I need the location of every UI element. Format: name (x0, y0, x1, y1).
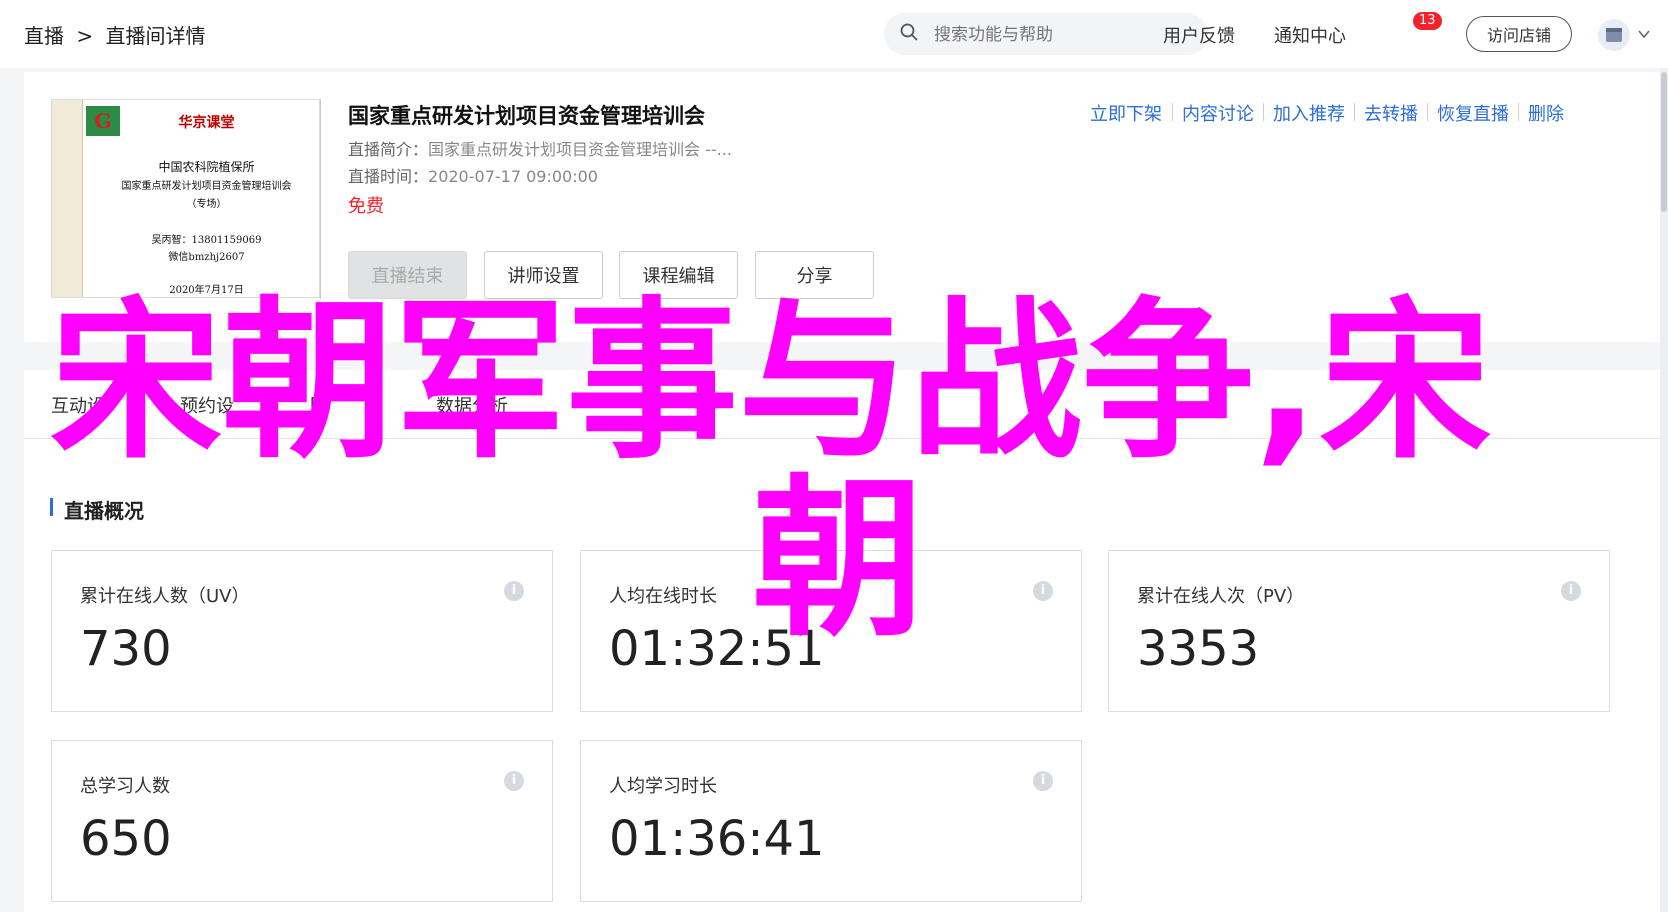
course-cover-image: G 华京课堂 中国农科院植保所 国家重点研发计划项目资金管理培训会 （专场） 吴… (51, 99, 320, 298)
stat-card-avg-online: 人均在线时长 01:32:51 i (580, 550, 1082, 712)
delete-link[interactable]: 删除 (1528, 100, 1564, 126)
takedown-link[interactable]: 立即下架 (1090, 100, 1162, 126)
tab-underline (24, 438, 1668, 439)
notification-badge: 13 (1413, 12, 1442, 30)
course-time: 直播时间：2020-07-17 09:00:00 (348, 163, 598, 187)
breadcrumb: 直播 > 直播间详情 (24, 20, 211, 49)
share-button[interactable]: 分享 (755, 251, 874, 299)
course-title: 国家重点研发计划项目资金管理培训会 (348, 104, 705, 128)
breadcrumb-separator: > (76, 24, 94, 48)
breadcrumb-root[interactable]: 直播 (24, 24, 64, 48)
stat-label: 人均在线时长 (609, 586, 717, 607)
stat-value: 650 (80, 811, 172, 867)
info-icon[interactable]: i (504, 771, 524, 791)
stat-value: 3353 (1137, 621, 1260, 677)
scrollbar-thumb[interactable] (1661, 72, 1667, 212)
intro-text: 国家重点研发计划项目资金管理培训会 --... (428, 140, 732, 159)
resume-live-link[interactable]: 恢复直播 (1437, 100, 1509, 126)
cover-line: 微信bmzhj2607 (168, 252, 245, 263)
info-icon[interactable]: i (1561, 581, 1581, 601)
notification-center-link[interactable]: 通知中心 (1274, 22, 1346, 48)
stat-card-learners: 总学习人数 650 i (51, 740, 553, 902)
divider (1518, 103, 1519, 121)
stat-label: 累计在线人数（UV） (80, 586, 250, 607)
cover-binding-edge (52, 100, 83, 297)
cover-date: 2020年7月17日 (169, 285, 244, 296)
feedback-link[interactable]: 用户反馈 (1163, 22, 1235, 48)
time-value: 2020-07-17 09:00:00 (428, 167, 598, 186)
info-icon[interactable]: i (1033, 771, 1053, 791)
avatar[interactable] (1598, 19, 1630, 51)
stat-label: 人均学习时长 (609, 776, 717, 797)
stat-card-avg-learning: 人均学习时长 01:36:41 i (580, 740, 1082, 902)
divider (1172, 103, 1173, 121)
stat-value: 01:32:51 (609, 621, 825, 677)
stat-card-pv: 累计在线人次（PV） 3353 i (1108, 550, 1610, 712)
section-marker (50, 498, 53, 516)
search-input[interactable] (932, 22, 1196, 48)
divider (320, 99, 321, 299)
cover-line: 中国农科院植保所 (158, 160, 255, 174)
price-tag: 免费 (348, 196, 384, 217)
store-icon (1606, 28, 1622, 42)
divider (1263, 103, 1264, 121)
chevron-down-icon[interactable] (1637, 27, 1651, 41)
divider (1427, 103, 1428, 121)
tab-data-analysis[interactable]: 数据分析 (436, 392, 508, 418)
stat-value: 730 (80, 621, 172, 677)
section-title: 直播概况 (64, 499, 144, 523)
top-bar: 直播 > 直播间详情 用户反馈 通知中心 13 访问店铺 (0, 0, 1668, 68)
intro-label: 直播简介： (348, 140, 429, 159)
time-label: 直播时间： (348, 167, 429, 186)
visit-store-button[interactable]: 访问店铺 (1466, 16, 1572, 52)
stat-value: 01:36:41 (609, 811, 825, 867)
divider (1354, 103, 1355, 121)
page-scrollbar[interactable] (1660, 68, 1668, 912)
course-intro: 直播简介：国家重点研发计划项目资金管理培训会 --... (348, 136, 732, 160)
stat-label: 累计在线人次（PV） (1137, 586, 1305, 607)
info-icon[interactable]: i (1033, 581, 1053, 601)
breadcrumb-current: 直播间详情 (105, 24, 206, 48)
cover-line: 国家重点研发计划项目资金管理培训会 (121, 181, 292, 192)
stat-label: 总学习人数 (80, 776, 170, 797)
tab-booking[interactable]: 预约设 (180, 392, 234, 418)
cover-line: （专场） (186, 199, 227, 210)
stat-card-uv: 累计在线人数（UV） 730 i (51, 550, 553, 712)
tab-playback[interactable]: 回 (310, 392, 328, 418)
live-ended-button[interactable]: 直播结束 (348, 251, 467, 299)
info-icon[interactable]: i (504, 581, 524, 601)
search-icon (900, 23, 918, 41)
cover-header: 华京课堂 (178, 115, 235, 131)
tab-interaction[interactable]: 互动设 (51, 392, 105, 418)
rebroadcast-link[interactable]: 去转播 (1364, 100, 1418, 126)
search-box[interactable] (884, 13, 1208, 55)
teacher-settings-button[interactable]: 讲师设置 (484, 251, 603, 299)
recommend-link[interactable]: 加入推荐 (1273, 100, 1345, 126)
cover-line: 吴丙智：13801159069 (151, 235, 262, 246)
course-edit-button[interactable]: 课程编辑 (619, 251, 738, 299)
discussion-link[interactable]: 内容讨论 (1182, 100, 1254, 126)
